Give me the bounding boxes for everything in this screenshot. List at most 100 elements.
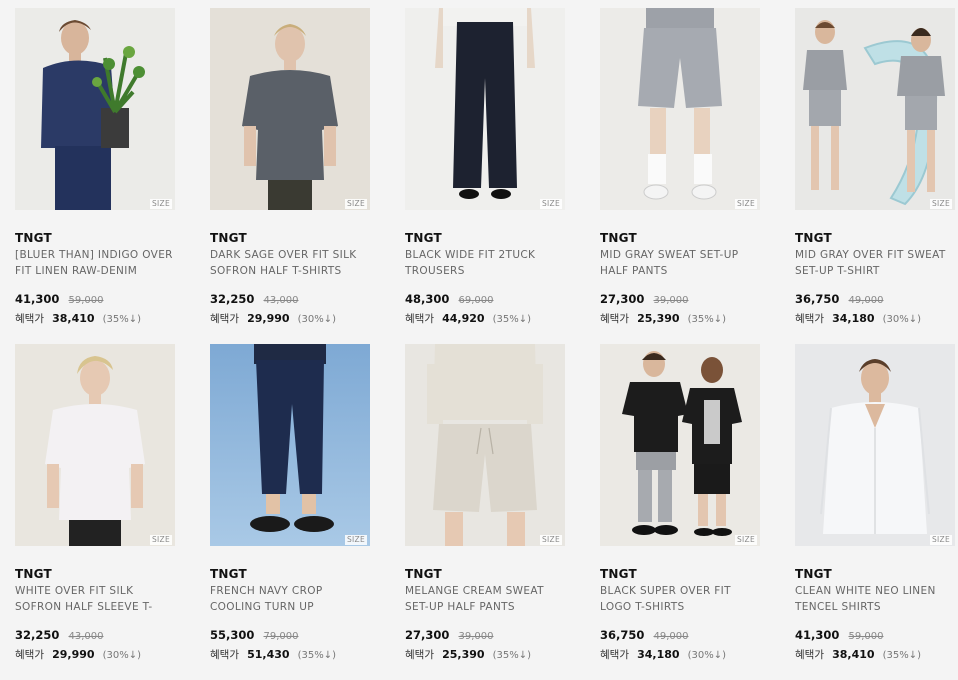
product-name-line1: FRENCH NAVY CROP: [210, 585, 323, 597]
product-name-line1: DARK SAGE OVER FIT SILK: [210, 249, 357, 261]
size-button[interactable]: SIZE: [344, 535, 367, 545]
benefit-price-row: 혜택가 38,410 (35%↓): [15, 309, 175, 328]
product-name-line1: BLACK SUPER OVER FIT: [600, 585, 731, 597]
product-card[interactable]: SIZE TNGT MID GRAY SWEAT SET-UP HALF PAN…: [600, 8, 760, 344]
model-white-tshirt-image: [15, 344, 175, 546]
size-button[interactable]: SIZE: [344, 199, 367, 209]
product-name-line2: SET-UP HALF PANTS: [405, 601, 515, 613]
product-name[interactable]: CLEAN WHITE NEO LINEN TENCEL SHIRTS: [795, 583, 957, 615]
product-name[interactable]: [BLUER THAN] INDIGO OVER FIT LINEN RAW-D…: [15, 247, 177, 279]
product-name-line2: LOGO T-SHIRTS: [600, 601, 685, 613]
product-name-line1: CLEAN WHITE NEO LINEN: [795, 585, 936, 597]
product-prices: 48,300 69,000: [405, 291, 565, 308]
product-name-line2: HALF PANTS: [600, 265, 668, 277]
benefit-label: 혜택가: [210, 649, 239, 661]
benefit-label: 혜택가: [600, 313, 629, 325]
product-card[interactable]: SIZE TNGT BLACK WIDE FIT 2TUCK TROUSERS …: [405, 8, 565, 344]
product-name[interactable]: MID GRAY OVER FIT SWEAT SET-UP T-SHIRT: [795, 247, 957, 279]
sale-price: 32,250: [210, 292, 255, 306]
benefit-label: 혜택가: [405, 649, 434, 661]
product-brand[interactable]: TNGT: [600, 567, 760, 581]
model-cream-half-pants-image: [405, 344, 565, 546]
benefit-price: 44,920: [442, 312, 485, 325]
sale-price: 41,300: [795, 628, 840, 642]
product-name-line2: FIT LINEN RAW-DENIM: [15, 265, 138, 277]
size-button[interactable]: SIZE: [734, 535, 757, 545]
product-card[interactable]: SIZE TNGT MID GRAY OVER FIT SWEAT SET-UP…: [795, 8, 955, 344]
product-prices: 41,300 59,000: [795, 627, 955, 644]
product-image[interactable]: SIZE: [210, 344, 370, 546]
benefit-price: 51,430: [247, 648, 290, 661]
product-name[interactable]: FRENCH NAVY CROP COOLING TURN UP: [210, 583, 372, 615]
size-button[interactable]: SIZE: [149, 535, 172, 545]
product-image[interactable]: SIZE: [795, 344, 955, 546]
benefit-label: 혜택가: [210, 313, 239, 325]
benefit-price: 29,990: [52, 648, 95, 661]
product-image[interactable]: SIZE: [600, 8, 760, 210]
discount-rate: (35%↓): [687, 314, 727, 325]
product-card[interactable]: SIZE TNGT [BLUER THAN] INDIGO OVER FIT L…: [15, 8, 175, 344]
product-brand[interactable]: TNGT: [600, 231, 760, 245]
benefit-price-row: 혜택가 51,430 (35%↓): [210, 645, 370, 664]
benefit-price: 29,990: [247, 312, 290, 325]
product-brand[interactable]: TNGT: [15, 567, 175, 581]
product-brand[interactable]: TNGT: [15, 231, 175, 245]
product-brand[interactable]: TNGT: [405, 567, 565, 581]
discount-rate: (35%↓): [492, 314, 532, 325]
original-price: 69,000: [458, 295, 494, 306]
product-image[interactable]: SIZE: [210, 8, 370, 210]
product-name[interactable]: MELANGE CREAM SWEAT SET-UP HALF PANTS: [405, 583, 567, 615]
model-dark-sage-tshirt-image: [210, 8, 370, 210]
sale-price: 27,300: [405, 628, 450, 642]
discount-rate: (35%↓): [297, 650, 337, 661]
discount-rate: (30%↓): [297, 314, 337, 325]
product-name[interactable]: BLACK WIDE FIT 2TUCK TROUSERS: [405, 247, 567, 279]
discount-rate: (35%↓): [882, 650, 922, 661]
product-name-line1: MID GRAY SWEAT SET-UP: [600, 249, 739, 261]
product-name[interactable]: MID GRAY SWEAT SET-UP HALF PANTS: [600, 247, 762, 279]
product-card[interactable]: SIZE TNGT CLEAN WHITE NEO LINEN TENCEL S…: [795, 344, 955, 680]
product-card[interactable]: SIZE TNGT FRENCH NAVY CROP COOLING TURN …: [210, 344, 370, 680]
product-name-line2: SOFRON HALF SLEEVE T-: [15, 601, 153, 613]
product-image[interactable]: SIZE: [795, 8, 955, 210]
product-brand[interactable]: TNGT: [405, 231, 565, 245]
product-name[interactable]: BLACK SUPER OVER FIT LOGO T-SHIRTS: [600, 583, 762, 615]
benefit-price: 25,390: [637, 312, 680, 325]
benefit-price: 34,180: [637, 648, 680, 661]
product-brand[interactable]: TNGT: [795, 567, 955, 581]
product-image[interactable]: SIZE: [405, 8, 565, 210]
product-name-line2: COOLING TURN UP: [210, 601, 314, 613]
product-prices: 41,300 59,000: [15, 291, 175, 308]
product-brand[interactable]: TNGT: [210, 567, 370, 581]
original-price: 39,000: [458, 631, 494, 642]
model-gray-half-pants-image: [600, 8, 760, 210]
sale-price: 36,750: [600, 628, 645, 642]
size-button[interactable]: SIZE: [149, 199, 172, 209]
product-name[interactable]: DARK SAGE OVER FIT SILK SOFRON HALF T-SH…: [210, 247, 372, 279]
product-image[interactable]: SIZE: [600, 344, 760, 546]
product-brand[interactable]: TNGT: [795, 231, 955, 245]
sale-price: 32,250: [15, 628, 60, 642]
product-prices: 32,250 43,000: [15, 627, 175, 644]
model-white-linen-shirt-image: [795, 344, 955, 546]
original-price: 79,000: [263, 631, 299, 642]
size-button[interactable]: SIZE: [929, 199, 952, 209]
model-indigo-shirt-image: [15, 8, 175, 210]
product-card[interactable]: SIZE TNGT BLACK SUPER OVER FIT LOGO T-SH…: [600, 344, 760, 680]
product-card[interactable]: SIZE TNGT DARK SAGE OVER FIT SILK SOFRON…: [210, 8, 370, 344]
product-card[interactable]: SIZE TNGT MELANGE CREAM SWEAT SET-UP HAL…: [405, 344, 565, 680]
original-price: 43,000: [68, 631, 104, 642]
size-button[interactable]: SIZE: [929, 535, 952, 545]
product-image[interactable]: SIZE: [15, 344, 175, 546]
size-button[interactable]: SIZE: [734, 199, 757, 209]
benefit-price-row: 혜택가 44,920 (35%↓): [405, 309, 565, 328]
size-button[interactable]: SIZE: [539, 199, 562, 209]
size-button[interactable]: SIZE: [539, 535, 562, 545]
benefit-label: 혜택가: [405, 313, 434, 325]
product-name-line2: TROUSERS: [405, 265, 465, 277]
product-image[interactable]: SIZE: [15, 8, 175, 210]
product-image[interactable]: SIZE: [405, 344, 565, 546]
product-brand[interactable]: TNGT: [210, 231, 370, 245]
product-name[interactable]: WHITE OVER FIT SILK SOFRON HALF SLEEVE T…: [15, 583, 177, 615]
product-card[interactable]: SIZE TNGT WHITE OVER FIT SILK SOFRON HAL…: [15, 344, 175, 680]
